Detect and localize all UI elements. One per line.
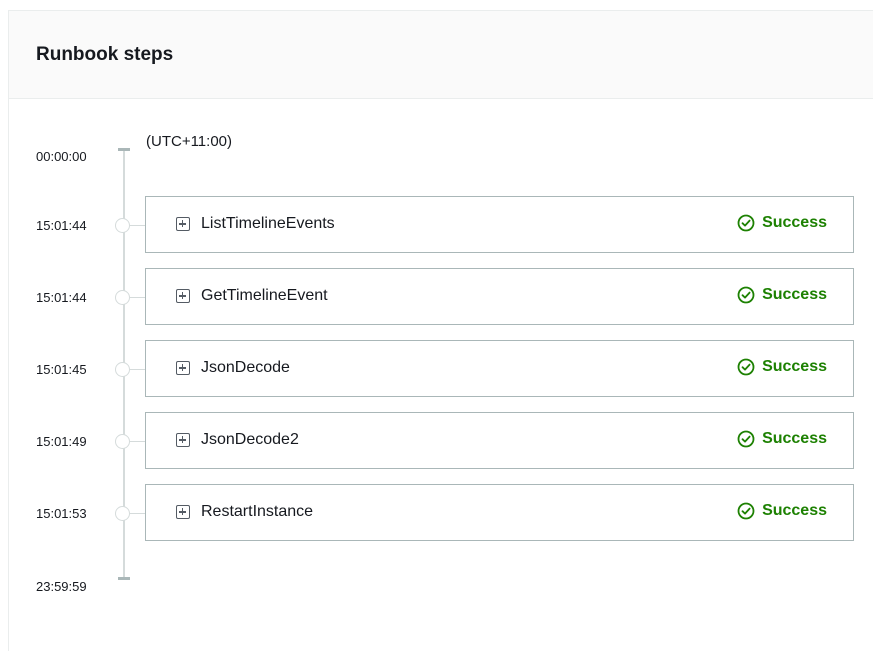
status-badge: Success <box>737 358 827 376</box>
timeline-connector <box>130 297 145 298</box>
check-circle-icon <box>737 286 755 304</box>
step-name: GetTimelineEvent <box>201 287 328 304</box>
status-badge: Success <box>737 286 827 304</box>
status-text: Success <box>762 214 827 231</box>
timeline-node <box>115 362 130 377</box>
timeline-connector <box>130 513 145 514</box>
check-circle-icon <box>737 214 755 232</box>
plus-square-icon[interactable] <box>176 361 190 375</box>
check-circle-icon <box>737 502 755 520</box>
panel-header: Runbook steps <box>9 11 873 99</box>
step-name: ListTimelineEvents <box>201 215 335 232</box>
timezone-label: (UTC+11:00) <box>146 133 233 150</box>
status-badge: Success <box>737 214 827 232</box>
plus-square-icon[interactable] <box>176 505 190 519</box>
timeline-start-time: 00:00:00 <box>36 149 87 164</box>
status-text: Success <box>762 358 827 375</box>
timeline-node <box>115 434 130 449</box>
plus-square-icon[interactable] <box>176 433 190 447</box>
step-name: JsonDecode2 <box>201 431 299 448</box>
status-text: Success <box>762 286 827 303</box>
timeline-connector <box>130 369 145 370</box>
step-restart-instance[interactable]: RestartInstance Success <box>145 484 854 541</box>
plus-square-icon[interactable] <box>176 217 190 231</box>
step-time: 15:01:45 <box>36 362 87 377</box>
step-time: 15:01:49 <box>36 434 87 449</box>
timeline-node <box>115 290 130 305</box>
status-text: Success <box>762 430 827 447</box>
runbook-steps-panel: Runbook steps <box>8 10 873 651</box>
status-badge: Success <box>737 430 827 448</box>
plus-square-icon[interactable] <box>176 289 190 303</box>
step-list-timeline-events[interactable]: ListTimelineEvents Success <box>145 196 854 253</box>
status-text: Success <box>762 502 827 519</box>
timeline-node <box>115 506 130 521</box>
timeline-start-cap <box>118 148 130 151</box>
check-circle-icon <box>737 430 755 448</box>
timeline-end-time: 23:59:59 <box>36 579 87 594</box>
timeline-end-cap <box>118 577 130 580</box>
timeline-node <box>115 218 130 233</box>
step-name: RestartInstance <box>201 503 314 520</box>
timeline-connector <box>130 441 145 442</box>
step-json-decode[interactable]: JsonDecode Success <box>145 340 854 397</box>
check-circle-icon <box>737 358 755 376</box>
timeline-connector <box>130 225 145 226</box>
step-time: 15:01:44 <box>36 218 87 233</box>
step-name: JsonDecode <box>201 359 290 376</box>
step-time: 15:01:44 <box>36 290 87 305</box>
status-badge: Success <box>737 502 827 520</box>
step-json-decode-2[interactable]: JsonDecode2 Success <box>145 412 854 469</box>
step-get-timeline-event[interactable]: GetTimelineEvent Success <box>145 268 854 325</box>
panel-title: Runbook steps <box>36 44 174 65</box>
step-time: 15:01:53 <box>36 506 87 521</box>
